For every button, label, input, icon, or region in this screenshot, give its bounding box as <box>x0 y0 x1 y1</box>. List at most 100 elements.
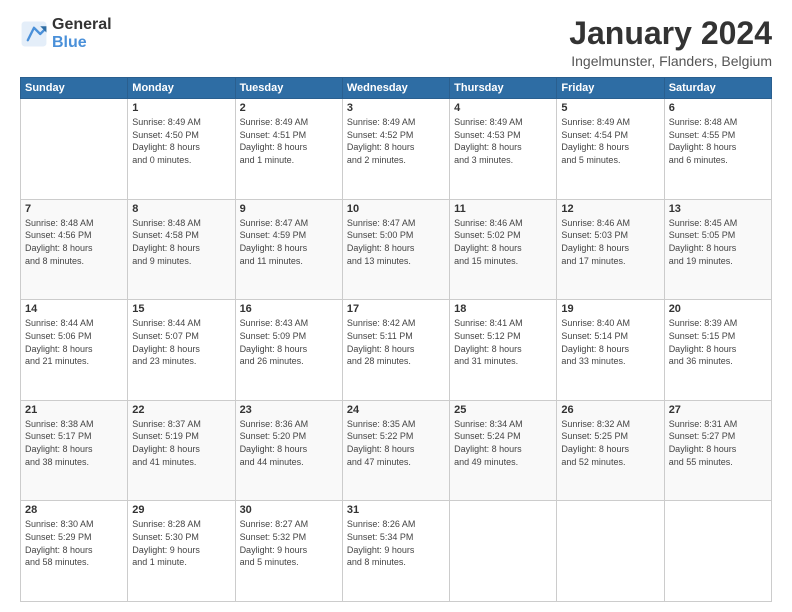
calendar-cell: 11 Sunrise: 8:46 AM Sunset: 5:02 PM Dayli… <box>450 199 557 300</box>
day-number: 27 <box>669 404 767 416</box>
calendar-header-monday: Monday <box>128 78 235 99</box>
calendar-cell: 16 Sunrise: 8:43 AM Sunset: 5:09 PM Dayli… <box>235 300 342 401</box>
day-info: Sunrise: 8:46 AM Sunset: 5:03 PM Dayligh… <box>561 217 659 267</box>
title-section: January 2024 Ingelmunster, Flanders, Bel… <box>569 16 772 69</box>
day-info: Sunrise: 8:47 AM Sunset: 4:59 PM Dayligh… <box>240 217 338 267</box>
day-number: 25 <box>454 404 552 416</box>
day-info: Sunrise: 8:43 AM Sunset: 5:09 PM Dayligh… <box>240 317 338 367</box>
day-info: Sunrise: 8:47 AM Sunset: 5:00 PM Dayligh… <box>347 217 445 267</box>
day-number: 8 <box>132 203 230 215</box>
day-number: 18 <box>454 303 552 315</box>
calendar-cell: 27 Sunrise: 8:31 AM Sunset: 5:27 PM Dayli… <box>664 400 771 501</box>
day-info: Sunrise: 8:36 AM Sunset: 5:20 PM Dayligh… <box>240 418 338 468</box>
day-info: Sunrise: 8:34 AM Sunset: 5:24 PM Dayligh… <box>454 418 552 468</box>
calendar-table: SundayMondayTuesdayWednesdayThursdayFrid… <box>20 77 772 602</box>
calendar-cell: 2Sunrise: 8:49 AM Sunset: 4:51 PM Daylig… <box>235 99 342 200</box>
day-info: Sunrise: 8:27 AM Sunset: 5:32 PM Dayligh… <box>240 518 338 568</box>
day-number: 17 <box>347 303 445 315</box>
calendar-week-3: 14Sunrise: 8:44 AM Sunset: 5:06 PM Dayli… <box>21 300 772 401</box>
calendar-week-5: 28Sunrise: 8:30 AM Sunset: 5:29 PM Dayli… <box>21 501 772 602</box>
calendar-cell: 7 Sunrise: 8:48 AM Sunset: 4:56 PM Daylig… <box>21 199 128 300</box>
calendar-header-friday: Friday <box>557 78 664 99</box>
day-info: Sunrise: 8:40 AM Sunset: 5:14 PM Dayligh… <box>561 317 659 367</box>
day-number: 11 <box>454 203 552 215</box>
calendar-header-saturday: Saturday <box>664 78 771 99</box>
day-number: 20 <box>669 303 767 315</box>
day-info: Sunrise: 8:48 AM Sunset: 4:58 PM Dayligh… <box>132 217 230 267</box>
day-number: 19 <box>561 303 659 315</box>
page: General Blue January 2024 Ingelmunster, … <box>0 0 792 612</box>
day-info: Sunrise: 8:41 AM Sunset: 5:12 PM Dayligh… <box>454 317 552 367</box>
day-info: Sunrise: 8:45 AM Sunset: 5:05 PM Dayligh… <box>669 217 767 267</box>
day-info: Sunrise: 8:48 AM Sunset: 4:55 PM Dayligh… <box>669 116 767 166</box>
calendar-cell: 31 Sunrise: 8:26 AM Sunset: 5:34 PM Dayli… <box>342 501 449 602</box>
calendar-cell: 30Sunrise: 8:27 AM Sunset: 5:32 PM Dayli… <box>235 501 342 602</box>
day-info: Sunrise: 8:28 AM Sunset: 5:30 PM Dayligh… <box>132 518 230 568</box>
calendar-cell: 25 Sunrise: 8:34 AM Sunset: 5:24 PM Dayli… <box>450 400 557 501</box>
day-number: 26 <box>561 404 659 416</box>
day-info: Sunrise: 8:46 AM Sunset: 5:02 PM Dayligh… <box>454 217 552 267</box>
calendar-cell: 4 Sunrise: 8:49 AM Sunset: 4:53 PM Daylig… <box>450 99 557 200</box>
day-info: Sunrise: 8:49 AM Sunset: 4:53 PM Dayligh… <box>454 116 552 166</box>
day-info: Sunrise: 8:42 AM Sunset: 5:11 PM Dayligh… <box>347 317 445 367</box>
calendar-cell: 24Sunrise: 8:35 AM Sunset: 5:22 PM Dayli… <box>342 400 449 501</box>
calendar-cell: 18 Sunrise: 8:41 AM Sunset: 5:12 PM Dayli… <box>450 300 557 401</box>
calendar-cell: 10 Sunrise: 8:47 AM Sunset: 5:00 PM Dayli… <box>342 199 449 300</box>
calendar-cell: 28Sunrise: 8:30 AM Sunset: 5:29 PM Dayli… <box>21 501 128 602</box>
day-number: 10 <box>347 203 445 215</box>
calendar-header-tuesday: Tuesday <box>235 78 342 99</box>
calendar-week-2: 7 Sunrise: 8:48 AM Sunset: 4:56 PM Daylig… <box>21 199 772 300</box>
calendar-cell: 17 Sunrise: 8:42 AM Sunset: 5:11 PM Dayli… <box>342 300 449 401</box>
day-info: Sunrise: 8:39 AM Sunset: 5:15 PM Dayligh… <box>669 317 767 367</box>
calendar-week-4: 21 Sunrise: 8:38 AM Sunset: 5:17 PM Dayli… <box>21 400 772 501</box>
day-info: Sunrise: 8:37 AM Sunset: 5:19 PM Dayligh… <box>132 418 230 468</box>
calendar-cell: 26 Sunrise: 8:32 AM Sunset: 5:25 PM Dayli… <box>557 400 664 501</box>
day-info: Sunrise: 8:48 AM Sunset: 4:56 PM Dayligh… <box>25 217 123 267</box>
calendar-cell: 8 Sunrise: 8:48 AM Sunset: 4:58 PM Daylig… <box>128 199 235 300</box>
day-info: Sunrise: 8:26 AM Sunset: 5:34 PM Dayligh… <box>347 518 445 568</box>
day-info: Sunrise: 8:30 AM Sunset: 5:29 PM Dayligh… <box>25 518 123 568</box>
day-info: Sunrise: 8:44 AM Sunset: 5:06 PM Dayligh… <box>25 317 123 367</box>
calendar-header-thursday: Thursday <box>450 78 557 99</box>
calendar-cell: 20 Sunrise: 8:39 AM Sunset: 5:15 PM Dayli… <box>664 300 771 401</box>
day-info: Sunrise: 8:49 AM Sunset: 4:54 PM Dayligh… <box>561 116 659 166</box>
logo: General Blue <box>20 16 112 53</box>
day-number: 21 <box>25 404 123 416</box>
day-number: 3 <box>347 102 445 114</box>
day-info: Sunrise: 8:49 AM Sunset: 4:52 PM Dayligh… <box>347 116 445 166</box>
calendar-cell: 5 Sunrise: 8:49 AM Sunset: 4:54 PM Daylig… <box>557 99 664 200</box>
day-number: 5 <box>561 102 659 114</box>
day-number: 4 <box>454 102 552 114</box>
day-info: Sunrise: 8:38 AM Sunset: 5:17 PM Dayligh… <box>25 418 123 468</box>
calendar-header-row: SundayMondayTuesdayWednesdayThursdayFrid… <box>21 78 772 99</box>
calendar-header-wednesday: Wednesday <box>342 78 449 99</box>
day-number: 16 <box>240 303 338 315</box>
calendar-cell <box>664 501 771 602</box>
logo-icon <box>20 20 48 48</box>
day-info: Sunrise: 8:31 AM Sunset: 5:27 PM Dayligh… <box>669 418 767 468</box>
day-number: 23 <box>240 404 338 416</box>
calendar-cell: 21 Sunrise: 8:38 AM Sunset: 5:17 PM Dayli… <box>21 400 128 501</box>
day-number: 31 <box>347 504 445 516</box>
calendar-cell: 13Sunrise: 8:45 AM Sunset: 5:05 PM Dayli… <box>664 199 771 300</box>
header: General Blue January 2024 Ingelmunster, … <box>20 16 772 69</box>
day-info: Sunrise: 8:49 AM Sunset: 4:50 PM Dayligh… <box>132 116 230 166</box>
day-number: 24 <box>347 404 445 416</box>
day-number: 15 <box>132 303 230 315</box>
calendar-cell: 15Sunrise: 8:44 AM Sunset: 5:07 PM Dayli… <box>128 300 235 401</box>
day-number: 29 <box>132 504 230 516</box>
calendar-cell: 6 Sunrise: 8:48 AM Sunset: 4:55 PM Daylig… <box>664 99 771 200</box>
day-info: Sunrise: 8:32 AM Sunset: 5:25 PM Dayligh… <box>561 418 659 468</box>
calendar-header-sunday: Sunday <box>21 78 128 99</box>
page-subtitle: Ingelmunster, Flanders, Belgium <box>569 53 772 69</box>
calendar-cell: 9 Sunrise: 8:47 AM Sunset: 4:59 PM Daylig… <box>235 199 342 300</box>
calendar-cell: 1Sunrise: 8:49 AM Sunset: 4:50 PM Daylig… <box>128 99 235 200</box>
day-info: Sunrise: 8:49 AM Sunset: 4:51 PM Dayligh… <box>240 116 338 166</box>
day-number: 9 <box>240 203 338 215</box>
day-number: 22 <box>132 404 230 416</box>
page-title: January 2024 <box>569 16 772 51</box>
day-number: 6 <box>669 102 767 114</box>
day-number: 12 <box>561 203 659 215</box>
day-number: 7 <box>25 203 123 215</box>
logo-text: General Blue <box>52 16 112 53</box>
